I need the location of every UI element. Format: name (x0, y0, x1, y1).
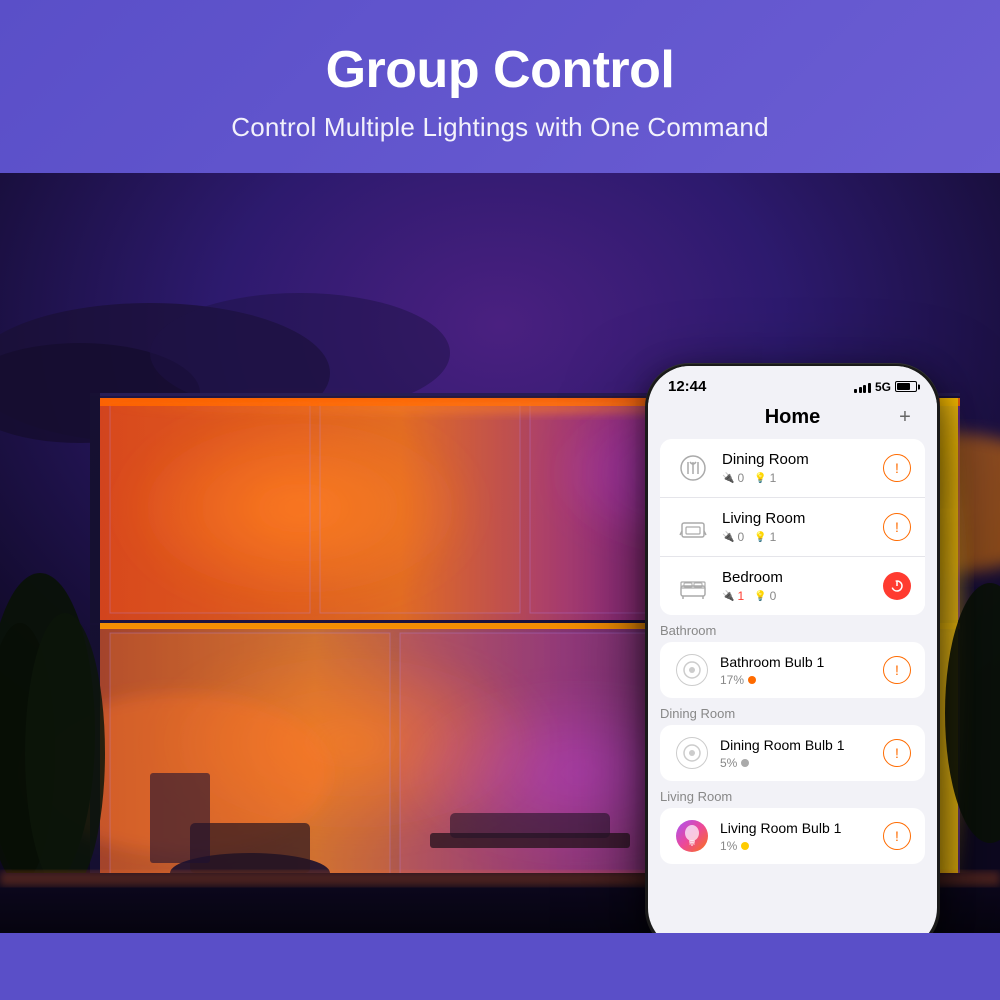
phone-inner: 12:44 5G (648, 366, 937, 933)
signal-bar-2 (859, 387, 862, 393)
room-item-dining[interactable]: Dining Room 🔌 0 💡 1 (660, 439, 925, 498)
network-label: 5G (875, 380, 891, 394)
bedroom-power-btn[interactable] (883, 572, 911, 600)
bathroom-bulb-icon (676, 654, 708, 686)
bedroom-icon-wrap (674, 567, 712, 605)
dining-bulb-1-item[interactable]: Dining Room Bulb 1 5% ! (660, 725, 925, 781)
living-bulb-info: Living Room Bulb 1 1% (720, 820, 883, 853)
header-section: Group Control Control Multiple Lightings… (0, 0, 1000, 173)
battery-icon (895, 381, 917, 392)
stat-bulb: 💡 1 (754, 471, 776, 485)
signal-bar-4 (868, 383, 871, 393)
bulb-svg (682, 660, 702, 680)
bathroom-device-list: Bathroom Bulb 1 17% ! (660, 642, 925, 698)
house-section: 12:44 5G (0, 173, 1000, 933)
dining-section-header: Dining Room (648, 698, 937, 725)
status-icons: 5G (854, 380, 917, 394)
add-icon[interactable]: + (899, 406, 911, 429)
living-room-info: Living Room 🔌 0 💡 1 (722, 510, 883, 544)
signal-bar-1 (854, 389, 857, 393)
living-section-header: Living Room (648, 781, 937, 808)
living-bulb-1-item[interactable]: Living Room Bulb 1 1% ! (660, 808, 925, 864)
bedroom-info: Bedroom 🔌 1 💡 0 (722, 569, 883, 603)
living-device-list: Living Room Bulb 1 1% ! (660, 808, 925, 864)
dining-room-icon (679, 454, 707, 482)
bathroom-section-header: Bathroom (648, 615, 937, 642)
status-time: 12:44 (668, 378, 706, 395)
bedroom-name: Bedroom (722, 569, 883, 586)
dining-room-stats: 🔌 0 💡 1 (722, 471, 883, 485)
signal-bar-3 (863, 385, 866, 393)
living-room-warning-btn[interactable]: ! (883, 513, 911, 541)
app-title: Home (692, 406, 893, 429)
living-bulb-warning-btn[interactable]: ! (883, 822, 911, 850)
battery-fill (897, 383, 910, 390)
dining-device-list: Dining Room Bulb 1 5% ! (660, 725, 925, 781)
bathroom-bulb-info: Bathroom Bulb 1 17% (720, 654, 883, 687)
living-status-dot (741, 842, 749, 850)
stat-plug: 🔌 0 (722, 471, 744, 485)
back-placeholder (668, 405, 692, 429)
room-item-bedroom[interactable]: Bedroom 🔌 1 💡 0 (660, 557, 925, 615)
main-title: Group Control (20, 40, 980, 100)
dining-bulb-info: Dining Room Bulb 1 5% (720, 737, 883, 770)
bathroom-bulb-status: 17% (720, 673, 883, 687)
phone-mockup: 12:44 5G (645, 363, 940, 933)
signal-bars (854, 381, 871, 393)
dining-room-info: Dining Room 🔌 0 💡 1 (722, 451, 883, 485)
dining-status-dot (741, 759, 749, 767)
living-room-name: Living Room (722, 510, 883, 527)
bathroom-status-dot (748, 676, 756, 684)
dining-bulb-icon-wrap (674, 735, 710, 771)
page-wrapper: Group Control Control Multiple Lightings… (0, 0, 1000, 1000)
dining-room-icon-wrap (674, 449, 712, 487)
dining-bulb-status: 5% (720, 756, 883, 770)
bedroom-stats: 🔌 1 💡 0 (722, 589, 883, 603)
dining-bulb-warning-btn[interactable]: ! (883, 739, 911, 767)
bathroom-bulb-1-item[interactable]: Bathroom Bulb 1 17% ! (660, 642, 925, 698)
living-room-icon (679, 513, 707, 541)
phone-outer: 12:44 5G (645, 363, 940, 933)
power-icon (890, 579, 904, 593)
stat-bulb-br: 💡 0 (754, 589, 776, 603)
bathroom-warning-btn[interactable]: ! (883, 656, 911, 684)
living-bulb-name: Living Room Bulb 1 (720, 820, 883, 836)
living-bulb-icon-wrap (674, 818, 710, 854)
subtitle: Control Multiple Lightings with One Comm… (20, 112, 980, 143)
dining-bulb-name: Dining Room Bulb 1 (720, 737, 883, 753)
living-bulb-status: 1% (720, 839, 883, 853)
stat-plug-lr: 🔌 0 (722, 530, 744, 544)
colored-bulb-svg (683, 825, 701, 847)
bathroom-bulb-icon-wrap (674, 652, 710, 688)
stat-bulb-lr: 💡 1 (754, 530, 776, 544)
room-item-living[interactable]: Living Room 🔌 0 💡 1 (660, 498, 925, 557)
living-bulb-icon (676, 820, 708, 852)
dining-bulb-icon (676, 737, 708, 769)
app-header: Home + (648, 399, 937, 439)
room-list: Dining Room 🔌 0 💡 1 (660, 439, 925, 615)
stat-plug-br: 🔌 1 (722, 589, 744, 603)
living-room-stats: 🔌 0 💡 1 (722, 530, 883, 544)
bathroom-bulb-name: Bathroom Bulb 1 (720, 654, 883, 670)
add-button[interactable]: + (893, 405, 917, 429)
dining-room-name: Dining Room (722, 451, 883, 468)
living-room-icon-wrap (674, 508, 712, 546)
dining-room-warning-btn[interactable]: ! (883, 454, 911, 482)
status-bar: 12:44 5G (648, 366, 937, 399)
bulb-svg-dining (682, 743, 702, 763)
bedroom-icon (679, 572, 707, 600)
